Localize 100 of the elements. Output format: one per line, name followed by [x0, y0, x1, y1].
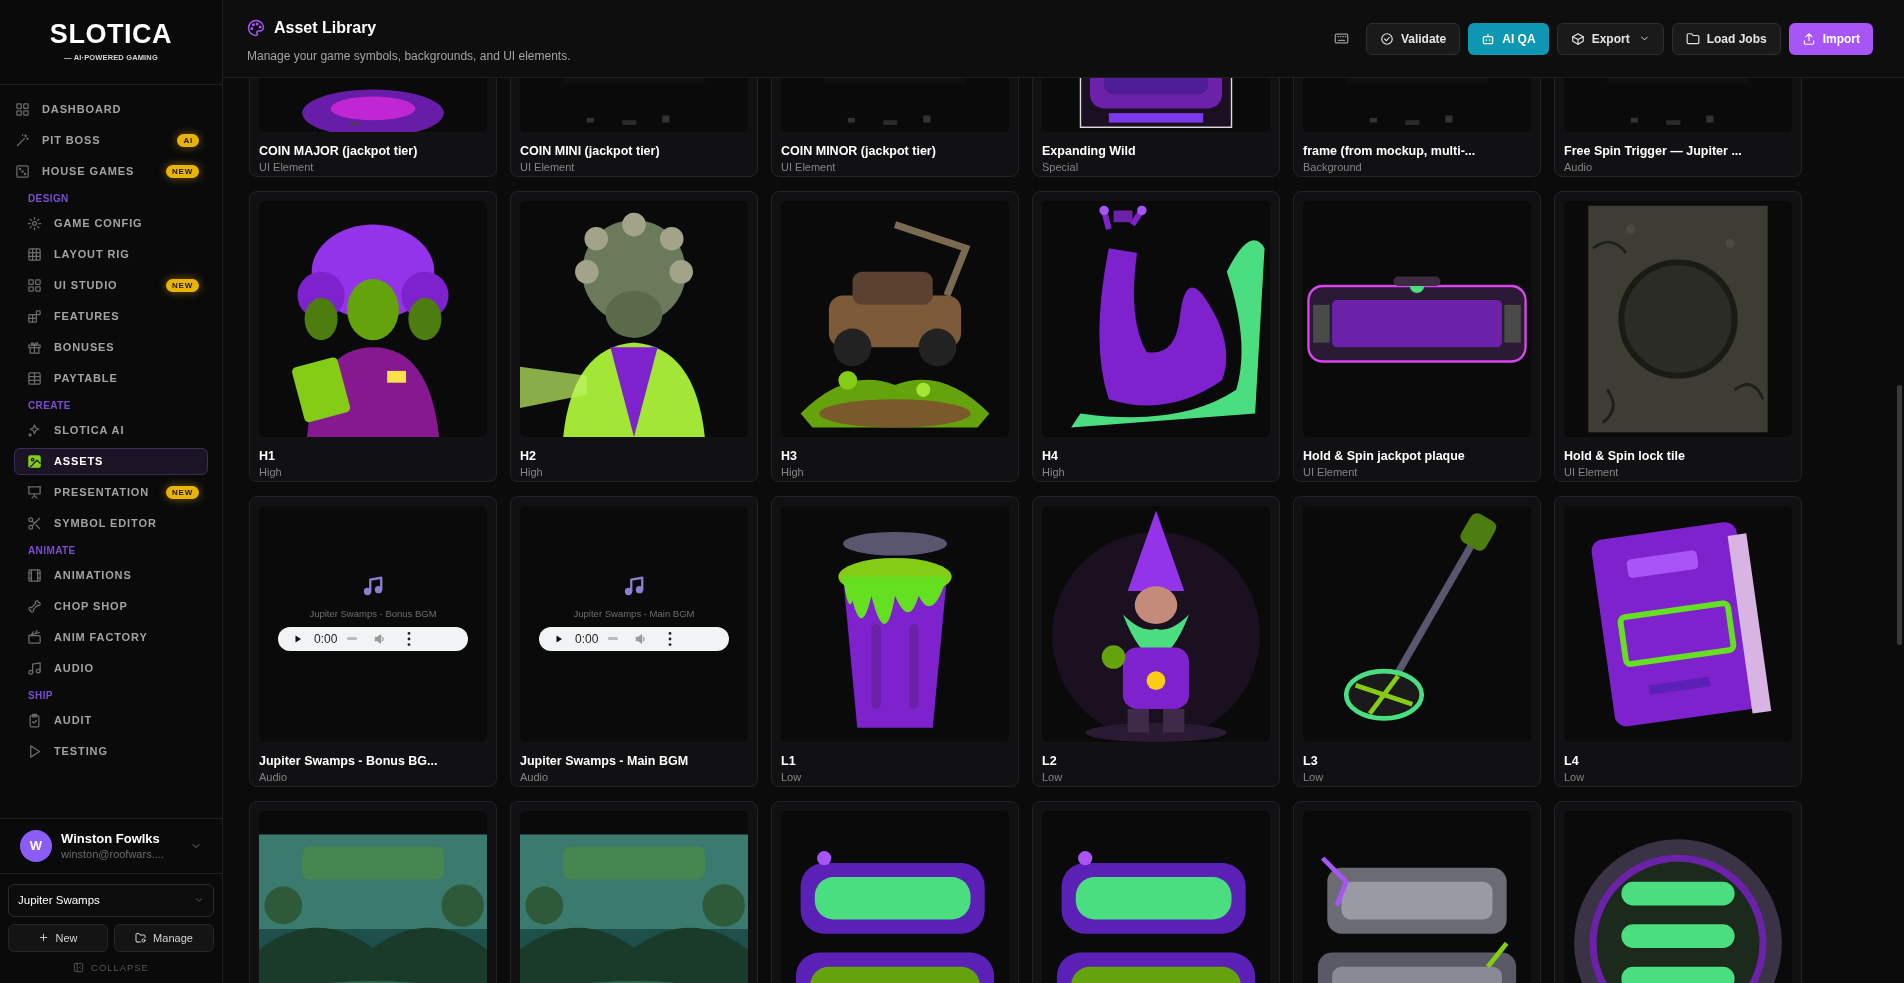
- asset-title: Free Spin Trigger — Jupiter ...: [1564, 143, 1743, 159]
- grid-icon: [27, 278, 42, 293]
- nav-item[interactable]: CHOP SHOP: [14, 593, 208, 620]
- asset-card[interactable]: COIN MAJOR (jackpot tier) UI Element: [249, 78, 497, 177]
- nav-item[interactable]: BONUSES: [14, 334, 208, 361]
- asset-card[interactable]: H3 High: [771, 191, 1019, 482]
- gift-icon: [27, 340, 42, 355]
- asset-card[interactable]: L2 Low: [1032, 496, 1280, 787]
- user-menu[interactable]: W Winston Fowlks winston@roofwars....: [0, 817, 222, 874]
- user-email: winston@roofwars....: [61, 846, 164, 861]
- nav-item[interactable]: LAYOUT RIG: [14, 241, 208, 268]
- asset-category: Audio: [1564, 160, 1594, 175]
- asset-card[interactable]: Hold & Spin lock tile UI Element: [1554, 191, 1802, 482]
- nav-item[interactable]: AUDIT: [14, 707, 208, 734]
- folder-gear-icon: [135, 931, 148, 944]
- user-name: Winston Fowlks: [61, 830, 161, 847]
- asset-card[interactable]: Jupiter Swamps - Bonus BGM 0:00 Jupiter Swamps - Bonus BG... Audio: [249, 496, 497, 787]
- sidebar-collapse-icon: [73, 962, 85, 974]
- asset-card[interactable]: H2 High: [510, 191, 758, 482]
- new-badge: AI: [177, 134, 199, 147]
- logo-wordmark: SLOTICA: [49, 20, 173, 48]
- audio-player[interactable]: 0:00: [278, 626, 468, 651]
- nav-item[interactable]: ASSETS: [14, 448, 208, 475]
- nav-item[interactable]: ANIMATIONS: [14, 562, 208, 589]
- asset-title: COIN MINI (jackpot tier): [520, 143, 661, 159]
- scrollbar-thumb[interactable]: [1897, 385, 1902, 645]
- nav-item[interactable]: ANIM FACTORY: [14, 624, 208, 651]
- nav-item[interactable]: HOUSE GAMES NEW: [14, 158, 208, 185]
- progress-track: [347, 637, 358, 641]
- nav-item[interactable]: SLOTICA AI: [14, 417, 208, 444]
- toolbar-button[interactable]: Validate: [1365, 22, 1461, 55]
- play-icon: [27, 744, 42, 759]
- check-circle-icon: [1379, 31, 1394, 46]
- progress-track: [608, 637, 619, 641]
- asset-category: High: [781, 465, 805, 480]
- asset-title: Expanding Wild: [1042, 143, 1137, 159]
- toolbar-button[interactable]: Load Jobs: [1671, 22, 1781, 55]
- new-badge: NEW: [165, 279, 199, 292]
- section-heading: DESIGN: [28, 192, 70, 206]
- table-icon: [27, 371, 42, 386]
- asset-category: UI Element: [1303, 465, 1359, 480]
- asset-title: L2: [1042, 753, 1058, 769]
- audio-caption: Jupiter Swamps - Main BGM: [573, 607, 695, 622]
- asset-card[interactable]: Free Spin Trigger — Jupiter ... Audio: [1554, 78, 1802, 177]
- asset-card[interactable]: COIN MINI (jackpot tier) UI Element: [510, 78, 758, 177]
- music-note-icon: [362, 575, 384, 598]
- asset-card[interactable]: H4 High: [1032, 191, 1280, 482]
- asset-category: Low: [1042, 770, 1064, 785]
- section-heading: SHIP: [28, 689, 54, 703]
- sparkles-icon: [27, 423, 42, 438]
- audio-player[interactable]: 0:00: [539, 626, 729, 651]
- page-title: Asset Library: [274, 18, 377, 38]
- more-icon: [407, 631, 412, 646]
- asset-title: L3: [1303, 753, 1319, 769]
- audio-caption: Jupiter Swamps - Bonus BGM: [309, 607, 437, 622]
- new-button[interactable]: New: [8, 923, 108, 952]
- film-icon: [27, 568, 42, 583]
- toolbar-button[interactable]: Export: [1556, 22, 1664, 55]
- asset-card[interactable]: L3 Low: [1293, 496, 1541, 787]
- asset-category: Special: [1042, 160, 1080, 175]
- asset-card[interactable]: L1 Low: [771, 496, 1019, 787]
- nav-item[interactable]: PIT BOSS AI: [14, 127, 208, 154]
- nav-item[interactable]: GAME CONFIG: [14, 210, 208, 237]
- nav-item[interactable]: UI STUDIO NEW: [14, 272, 208, 299]
- new-badge: NEW: [165, 486, 199, 499]
- asset-category: Low: [781, 770, 803, 785]
- asset-category: UI Element: [1564, 465, 1620, 480]
- gear-icon: [27, 216, 42, 231]
- robot-icon: [1481, 31, 1496, 46]
- section-heading: CREATE: [28, 399, 72, 413]
- wand-icon: [15, 133, 30, 148]
- nav-item[interactable]: DASHBOARD: [14, 96, 208, 123]
- asset-card[interactable]: frame (from mockup, multi-... Background: [1293, 78, 1541, 177]
- project-select[interactable]: Jupiter Swamps: [8, 883, 214, 917]
- asset-category: High: [520, 465, 544, 480]
- manage-button[interactable]: Manage: [114, 923, 214, 952]
- nav-item[interactable]: SYMBOL EDITOR: [14, 510, 208, 537]
- asset-title: frame (from mockup, multi-...: [1303, 143, 1477, 159]
- nav-item[interactable]: PRESENTATION NEW: [14, 479, 208, 506]
- asset-card[interactable]: Jupiter Swamps - Main BGM 0:00 Jupiter Swamps - Main BGM Audio: [510, 496, 758, 787]
- nav-item[interactable]: AUDIO: [14, 655, 208, 682]
- asset-card[interactable]: L4 Low: [1554, 496, 1802, 787]
- asset-title: H2: [520, 448, 537, 464]
- section-heading: ANIMATE: [28, 544, 77, 558]
- palette-icon: [247, 19, 265, 37]
- toolbar-button[interactable]: Import: [1788, 22, 1873, 55]
- table-icon: [27, 247, 42, 262]
- asset-card[interactable]: COIN MINOR (jackpot tier) UI Element: [771, 78, 1019, 177]
- asset-card[interactable]: H1 High: [249, 191, 497, 482]
- time-label: 0:00: [314, 630, 338, 648]
- asset-title: COIN MINOR (jackpot tier): [781, 143, 937, 159]
- nav-item[interactable]: TESTING: [14, 738, 208, 765]
- asset-card[interactable]: Expanding Wild Special: [1032, 78, 1280, 177]
- asset-category: High: [1042, 465, 1066, 480]
- asset-card[interactable]: Hold & Spin jackpot plaque UI Element: [1293, 191, 1541, 482]
- bone-icon: [27, 599, 42, 614]
- nav-item[interactable]: PAYTABLE: [14, 365, 208, 392]
- music-icon: [27, 661, 42, 676]
- nav-item[interactable]: FEATURES: [14, 303, 208, 330]
- grid-icon: [15, 102, 30, 117]
